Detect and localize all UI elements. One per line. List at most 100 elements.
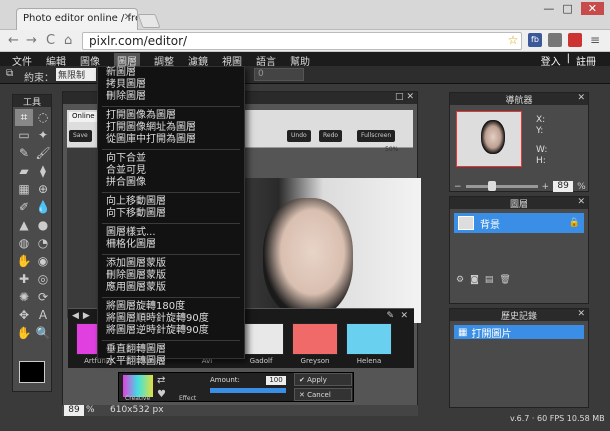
zoom-slider[interactable] [465,181,538,191]
forward-icon[interactable]: → [26,33,37,48]
layer-settings-icon[interactable]: ⚙ [456,275,464,285]
layer-menu-item[interactable]: 添加圖層蒙版 [98,258,244,270]
layer-menu-item[interactable]: 合並可見 [98,165,244,177]
cancel-button[interactable]: ✕ Cancel [294,388,352,401]
layer-menu-item[interactable]: 圖層樣式... [98,227,244,239]
browser-toolbar: ← → C ⌂ pixlr.com/editor/ ☆ fb ≡ [0,30,610,52]
color-picker-icon[interactable]: ✐ [15,199,33,216]
blur-icon[interactable]: ● [34,217,52,234]
layer-row-background[interactable]: 背景 🔒 [454,213,584,233]
zoom-out-icon[interactable]: − [454,182,462,192]
bucket-icon[interactable]: ⧫ [34,163,52,180]
filmstrip-close-icon[interactable]: ✕ [400,311,408,321]
layer-menu-item[interactable]: 將圖層逆時針旋轉90度 [98,325,244,337]
layer-menu-item[interactable]: 拼合圖像 [98,177,244,189]
layer-menu-item[interactable]: 打開圖像網址為圖層 [98,122,244,134]
crop-icon[interactable]: ⌗ [15,109,33,126]
layer-menu-item[interactable]: 將圖層旋轉180度 [98,301,244,313]
doc-maximize-icon[interactable]: □ [395,92,404,102]
minimize-icon[interactable]: — [543,2,554,15]
browser-tab[interactable]: Photo editor online / free ✕ [16,8,138,30]
delete-layer-icon[interactable]: 🗑 [499,275,510,285]
amount-value[interactable]: 100 [266,376,286,385]
layer-menu-item[interactable]: 將圖層順時針旋轉90度 [98,313,244,325]
layer-menu-item[interactable]: 新圖層 [98,67,244,79]
facebook-extension-icon[interactable]: fb [528,33,542,47]
navigator-preview[interactable] [456,111,522,167]
zoom-icon[interactable]: 🔍 [34,325,52,342]
new-tab-button[interactable] [137,14,161,28]
new-layer-icon[interactable]: ▤ [485,275,494,285]
constraint-select[interactable]: 無限制 [56,68,96,81]
doc-close-icon[interactable]: ✕ [406,92,414,102]
apply-button[interactable]: ✔ Apply [294,373,352,386]
favorite-heart-icon[interactable]: ♥ [157,389,166,400]
layer-menu-item[interactable]: 應用圖層蒙版 [98,282,244,294]
address-bar[interactable]: pixlr.com/editor/ [82,32,522,50]
layer-menu-item[interactable]: 刪除圖層蒙版 [98,270,244,282]
spot-heal-icon[interactable]: ✚ [15,271,33,288]
red-extension-icon[interactable] [568,33,582,47]
filmstrip-pin-icon[interactable]: ✎ [386,311,394,321]
zoom-knob[interactable] [487,181,496,191]
tab-close-icon[interactable]: ✕ [124,12,132,23]
pencil-icon[interactable]: ✎ [15,145,33,162]
layer-menu-item[interactable]: 垂直翻轉圖層 [98,344,244,356]
color-swatch[interactable] [19,361,45,383]
reload-icon[interactable]: C [46,33,55,48]
sharpen-icon[interactable]: ▲ [15,217,33,234]
back-icon[interactable]: ← [8,33,19,48]
effect-thumbnail[interactable] [292,323,338,355]
layer-menu-item[interactable]: 刪除圖層 [98,91,244,103]
navigator-close-icon[interactable]: ✕ [577,93,585,103]
bookmark-star-icon[interactable]: ☆ [506,33,520,47]
dodge-icon[interactable]: ◔ [34,235,52,252]
history-row-open[interactable]: ▦ 打開圖片 [454,325,584,340]
maximize-icon[interactable]: □ [562,2,572,15]
color-replace-icon[interactable]: ⟳ [34,289,52,306]
photo-canvas[interactable] [243,178,421,323]
layer-mask-icon[interactable]: ◙ [470,275,479,285]
zoom-field[interactable]: 89 [64,405,84,416]
burn-icon[interactable]: ✋ [15,253,33,270]
filmstrip-next-icon[interactable]: ▶ [83,311,90,321]
amount-slider[interactable] [210,388,286,393]
wand-icon[interactable]: ✦ [34,127,52,144]
eraser-icon[interactable]: ▰ [15,163,33,180]
creative-thumb[interactable] [123,375,153,397]
layer-menu-item[interactable]: 打開圖像為圖層 [98,110,244,122]
filmstrip-prev-icon[interactable]: ◀ [72,311,79,321]
layer-menu-item[interactable]: 拷貝圖層 [98,79,244,91]
effect-thumbnail[interactable] [346,323,392,355]
browser-menu-icon[interactable]: ≡ [588,33,602,47]
drop-icon[interactable]: 💧 [34,199,52,216]
stamp-icon[interactable]: ⊕ [34,181,52,198]
height-field[interactable]: 0 [254,68,304,81]
close-window-icon[interactable]: ✕ [580,2,604,15]
history-close-icon[interactable]: ✕ [577,309,585,319]
shuffle-icon[interactable]: ⇄ [157,375,165,386]
move-icon[interactable]: ✥ [15,307,33,324]
text-icon[interactable]: A [34,307,52,324]
bloat-icon[interactable]: ◎ [34,271,52,288]
hand-icon[interactable]: ✋ [15,325,33,342]
layer-menu-item[interactable]: 向上移動圖層 [98,196,244,208]
lasso-icon[interactable]: ◌ [34,109,52,126]
layers-close-icon[interactable]: ✕ [577,197,585,207]
gradient-icon[interactable]: ▦ [15,181,33,198]
layer-menu-item[interactable]: 從圖庫中打開為圖層 [98,134,244,146]
marquee-icon[interactable]: ▭ [15,127,33,144]
menu-separator [102,149,240,150]
zoom-in-icon[interactable]: + [542,182,550,192]
layer-menu-item[interactable]: 水平翻轉圖層 [98,356,244,368]
pinch-icon[interactable]: ✺ [15,289,33,306]
navigator-zoom-field[interactable]: 89 [553,181,574,192]
red-eye-icon[interactable]: ◉ [34,253,52,270]
shield-extension-icon[interactable] [548,33,562,47]
layer-menu-item[interactable]: 向下合並 [98,153,244,165]
sponge-icon[interactable]: ◍ [15,235,33,252]
home-icon[interactable]: ⌂ [64,33,72,48]
layer-menu-item[interactable]: 柵格化圖層 [98,239,244,251]
brush-icon[interactable]: 🖌 [34,145,52,162]
layer-menu-item[interactable]: 向下移動圖層 [98,208,244,220]
